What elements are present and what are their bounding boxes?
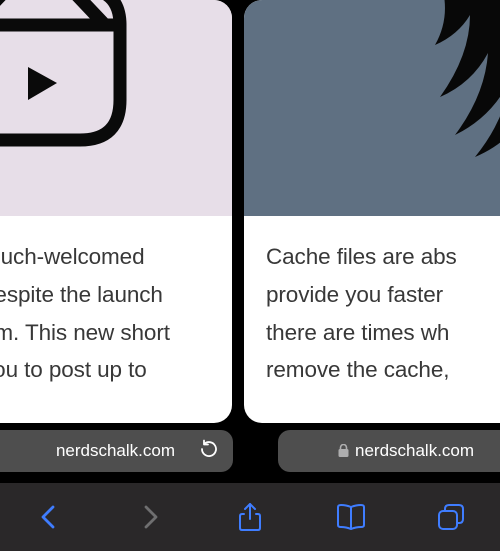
box-icon — [0, 0, 135, 160]
forward-button — [129, 496, 171, 538]
address-bar-right[interactable]: nerdschalk.com — [278, 430, 500, 472]
article-snippet-right: Cache files are abs provide you faster t… — [244, 216, 500, 389]
tab-preview-right[interactable]: Cache files are abs provide you faster t… — [244, 0, 500, 423]
bookmarks-button[interactable] — [330, 496, 372, 538]
tabs-button[interactable] — [430, 496, 472, 538]
bottom-toolbar — [0, 483, 500, 551]
hero-image-left — [0, 0, 232, 216]
lock-icon — [338, 444, 349, 458]
share-button[interactable] — [229, 496, 271, 538]
url-text-left: nerdschalk.com — [56, 441, 175, 461]
software-icon — [430, 0, 500, 180]
reload-icon[interactable] — [199, 439, 219, 464]
tab-preview-left[interactable]: much-welcomed despite the launch em. Thi… — [0, 0, 232, 423]
address-bar-left[interactable]: nerdschalk.com — [0, 430, 233, 472]
hero-image-right — [244, 0, 500, 216]
article-snippet-left: much-welcomed despite the launch em. Thi… — [0, 216, 232, 389]
back-button[interactable] — [28, 496, 70, 538]
url-text-right: nerdschalk.com — [355, 441, 474, 461]
